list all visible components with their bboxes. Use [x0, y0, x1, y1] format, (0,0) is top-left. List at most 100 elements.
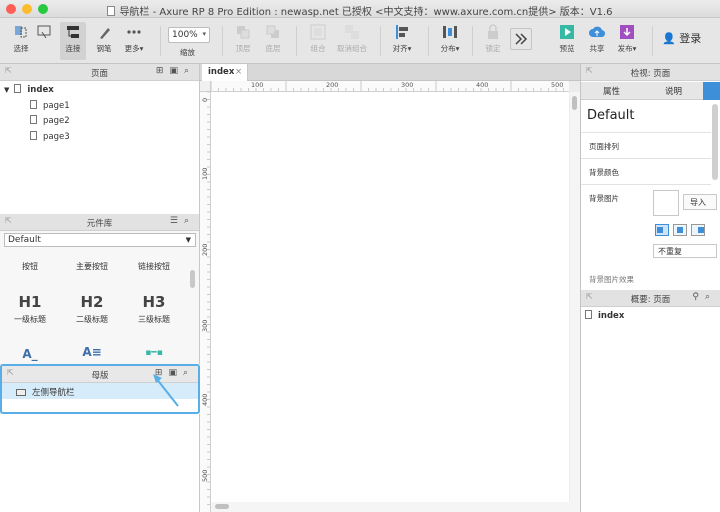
page-item[interactable]: page3 [30, 131, 70, 142]
ruler-label: 200 [201, 243, 209, 256]
scroll-thumb[interactable] [572, 96, 577, 110]
zoom-value: 100% [172, 30, 198, 40]
search-icon[interactable]: ⌕ [184, 216, 195, 226]
distribute-icon [443, 26, 457, 38]
distribute-button[interactable]: 分布▾ [436, 22, 464, 60]
toolbar-overflow-button[interactable] [510, 28, 532, 50]
ruler-label: 300 [401, 81, 414, 89]
bring-to-top-button[interactable]: 顶层 [230, 22, 256, 60]
widget-line[interactable]: ▪━▪ [126, 348, 182, 358]
library-selected-value: Default [8, 235, 41, 245]
tab-properties[interactable]: 属性 [603, 85, 620, 97]
toolbar-divider [222, 26, 223, 56]
zoom-label: 缩放 [180, 48, 195, 57]
connector-icon [67, 26, 79, 38]
frame-tool-button[interactable] [32, 22, 56, 60]
frame-select-icon [37, 25, 51, 39]
page-item[interactable]: page2 [30, 115, 70, 126]
more-tools-button[interactable]: 更多▾ [120, 22, 148, 60]
masters-panel-title: 母版 [91, 371, 109, 381]
widget-button[interactable]: 按钮 [2, 261, 58, 272]
tab-index[interactable]: index × [202, 64, 248, 81]
design-canvas[interactable] [211, 92, 569, 502]
triangle-down-icon[interactable]: ▼ [4, 86, 9, 94]
ruler-label: 0 [201, 97, 209, 102]
tab-notes[interactable]: 说明 [665, 85, 682, 97]
repeat-select[interactable]: 不重复 [653, 244, 717, 258]
main-toolbar: 选择 连接 钢笔 更多▾ 100% ▾ 缩放 顶层 底层 组合 取消组合 对齐▾ [0, 18, 720, 64]
outline-actions: ⚲⌕ [692, 292, 716, 302]
collapse-icon[interactable]: ⇱ [5, 216, 12, 225]
menu-icon[interactable]: ☰ [170, 216, 184, 226]
ruler-label: 100 [251, 81, 264, 89]
library-panel: ⇱ 元件库 ☰⌕ Default ▼ 按钮 主要按钮 链接按钮 H1 一级标题 H2… [0, 214, 200, 364]
publish-icon [620, 25, 634, 39]
login-button[interactable]: 👤 登录 [662, 30, 701, 46]
search-icon[interactable]: ⌕ [184, 66, 195, 76]
collapse-icon[interactable]: ⇱ [7, 368, 14, 377]
h2-label: 二级标题 [76, 315, 108, 324]
toolbar-divider [428, 26, 429, 56]
lock-button[interactable]: 锁定 [480, 22, 506, 60]
annotation-arrow [153, 374, 179, 407]
lock-label: 锁定 [485, 44, 501, 53]
widget-link-button[interactable]: 链接按钮 [126, 261, 182, 272]
library-select[interactable]: Default ▼ [4, 233, 196, 247]
outline-root[interactable]: index [585, 310, 624, 321]
page-style-name[interactable]: Default [587, 108, 635, 123]
widget-h1[interactable]: H1 一级标题 [2, 293, 58, 325]
widget-h2[interactable]: H2 二级标题 [64, 293, 120, 325]
library-panel-actions: ☰⌕ [170, 216, 195, 226]
page-item[interactable]: page1 [30, 100, 70, 111]
library-scrollbar[interactable] [190, 270, 195, 288]
ruler-label: 500 [551, 81, 564, 89]
align-left-button[interactable] [655, 224, 669, 236]
widget-h3[interactable]: H3 三级标题 [126, 293, 182, 325]
canvas-horizontal-scrollbar[interactable] [211, 502, 570, 512]
share-button[interactable]: 共享 [584, 22, 610, 60]
ungroup-button[interactable]: 取消组合 [334, 22, 370, 60]
publish-button[interactable]: 发布▾ [614, 22, 640, 60]
collapse-icon[interactable]: ⇱ [586, 292, 593, 301]
bg-image-preview[interactable] [653, 190, 679, 216]
pen-tool-button[interactable]: 钢笔 [92, 22, 116, 60]
widget-primary-button[interactable]: 主要按钮 [64, 261, 120, 272]
lock-icon [488, 24, 498, 39]
align-center-button[interactable] [673, 224, 687, 236]
group-button[interactable]: 组合 [304, 22, 332, 60]
tab-style[interactable] [703, 82, 720, 100]
zoom-select[interactable]: 100% ▾ [168, 27, 210, 43]
page-tree-root[interactable]: ▼ index [4, 84, 54, 95]
connect-tool-button[interactable]: 连接 [60, 22, 86, 60]
pen-label: 钢笔 [96, 44, 112, 53]
canvas-vertical-scrollbar[interactable] [570, 92, 580, 512]
pages-panel: ⇱ 页面 ⊞▣⌕ ▼ index page1 page2 page3 [0, 64, 200, 214]
page-item-label: page2 [43, 116, 70, 126]
search-icon[interactable]: ⌕ [705, 292, 716, 302]
import-button[interactable]: 导入 [683, 194, 717, 210]
widget-text-label[interactable]: A_ [2, 347, 58, 361]
toolbar-divider [380, 26, 381, 56]
ruler-label: 300 [201, 319, 209, 332]
bg-color-label: 背景颜色 [589, 168, 619, 177]
search-icon[interactable]: ⌕ [183, 368, 194, 378]
add-page-icon[interactable]: ⊞ [156, 66, 170, 76]
send-to-bottom-button[interactable]: 底层 [260, 22, 286, 60]
preview-label: 预览 [559, 44, 575, 53]
preview-button[interactable]: 预览 [554, 22, 580, 60]
outline-root-label: index [598, 311, 625, 321]
collapse-icon[interactable]: ⇱ [586, 66, 593, 75]
scroll-thumb[interactable] [215, 504, 229, 509]
inspector-scrollbar[interactable] [712, 104, 718, 180]
ruler-label: 400 [476, 81, 489, 89]
import-label: 导入 [690, 198, 706, 207]
collapse-icon[interactable]: ⇱ [5, 66, 12, 75]
filter-icon[interactable]: ⚲ [692, 292, 705, 302]
widget-paragraph[interactable]: A≡ [64, 345, 120, 359]
page-icon [30, 100, 37, 109]
align-button[interactable]: 对齐▾ [388, 22, 416, 60]
add-folder-icon[interactable]: ▣ [169, 66, 184, 76]
align-right-button[interactable] [691, 224, 705, 236]
close-icon[interactable]: × [235, 67, 242, 77]
more-label: 更多▾ [124, 44, 144, 53]
